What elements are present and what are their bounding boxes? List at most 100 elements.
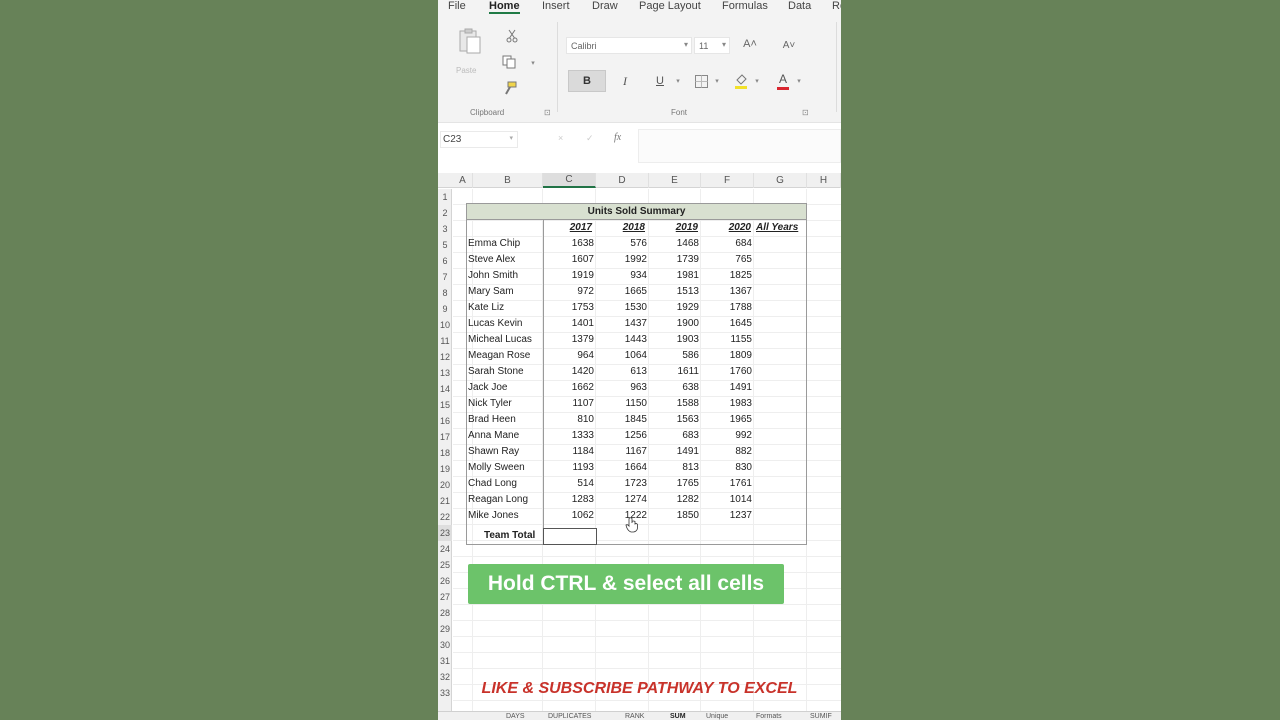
- units-cell-2017[interactable]: 1283: [546, 492, 594, 508]
- active-cell-c23[interactable]: [543, 528, 597, 545]
- row-header-20[interactable]: 20: [438, 477, 452, 493]
- tab-data[interactable]: Data: [788, 0, 811, 12]
- units-cell-2019[interactable]: 1611: [651, 364, 699, 380]
- units-cell-2020[interactable]: 830: [704, 460, 752, 476]
- row-header-7[interactable]: 7: [438, 269, 452, 285]
- row-header-26[interactable]: 26: [438, 573, 452, 589]
- units-cell-2017[interactable]: 1420: [546, 364, 594, 380]
- units-cell-2019[interactable]: 1563: [651, 412, 699, 428]
- units-cell-2020[interactable]: 1491: [704, 380, 752, 396]
- units-cell-2017[interactable]: 1638: [546, 236, 594, 252]
- units-cell-2017[interactable]: 1193: [546, 460, 594, 476]
- copy-icon[interactable]: [500, 54, 518, 70]
- units-cell-2018[interactable]: 934: [599, 268, 647, 284]
- row-header-27[interactable]: 27: [438, 589, 452, 605]
- font-size-dropdown[interactable]: 11 ▾: [694, 37, 730, 54]
- units-cell-2019[interactable]: 1929: [651, 300, 699, 316]
- units-cell-2019[interactable]: 1282: [651, 492, 699, 508]
- person-name-cell[interactable]: Lucas Kevin: [468, 316, 542, 332]
- units-cell-2020[interactable]: 1965: [704, 412, 752, 428]
- row-header-8[interactable]: 8: [438, 285, 452, 301]
- person-name-cell[interactable]: Micheal Lucas: [468, 332, 542, 348]
- year-header-2017[interactable]: 2017: [544, 220, 592, 236]
- units-cell-2020[interactable]: 684: [704, 236, 752, 252]
- row-header-2[interactable]: 2: [438, 205, 452, 221]
- column-header-d[interactable]: D: [596, 173, 649, 188]
- tab-home[interactable]: Home: [489, 0, 520, 14]
- person-name-cell[interactable]: Emma Chip: [468, 236, 542, 252]
- column-header-a[interactable]: A: [453, 173, 473, 188]
- units-cell-2020[interactable]: 1155: [704, 332, 752, 348]
- units-cell-2020[interactable]: 1237: [704, 508, 752, 524]
- units-cell-2019[interactable]: 1468: [651, 236, 699, 252]
- units-cell-2019[interactable]: 1491: [651, 444, 699, 460]
- sheet-tab-sum[interactable]: SUM: [670, 713, 686, 720]
- column-header-f[interactable]: F: [701, 173, 754, 188]
- sheet-tab-formats[interactable]: Formats: [756, 713, 782, 720]
- units-cell-2018[interactable]: 1665: [599, 284, 647, 300]
- fill-dropdown-icon[interactable]: ▾: [753, 76, 761, 86]
- row-header-29[interactable]: 29: [438, 621, 452, 637]
- row-header-12[interactable]: 12: [438, 349, 452, 365]
- row-header-13[interactable]: 13: [438, 365, 452, 381]
- row-header-11[interactable]: 11: [438, 333, 452, 349]
- person-name-cell[interactable]: Molly Sween: [468, 460, 542, 476]
- person-name-cell[interactable]: Kate Liz: [468, 300, 542, 316]
- units-cell-2017[interactable]: 1107: [546, 396, 594, 412]
- person-name-cell[interactable]: Meagan Rose: [468, 348, 542, 364]
- units-cell-2017[interactable]: 1379: [546, 332, 594, 348]
- row-header-18[interactable]: 18: [438, 445, 452, 461]
- units-cell-2020[interactable]: 1761: [704, 476, 752, 492]
- units-cell-2020[interactable]: 1809: [704, 348, 752, 364]
- units-cell-2018[interactable]: 1443: [599, 332, 647, 348]
- row-header-15[interactable]: 15: [438, 397, 452, 413]
- units-cell-2019[interactable]: 1513: [651, 284, 699, 300]
- units-cell-2018[interactable]: 1992: [599, 252, 647, 268]
- row-header-28[interactable]: 28: [438, 605, 452, 621]
- units-cell-2020[interactable]: 1014: [704, 492, 752, 508]
- person-name-cell[interactable]: Shawn Ray: [468, 444, 542, 460]
- sheet-tab-duplicates[interactable]: DUPLICATES: [548, 713, 591, 720]
- person-name-cell[interactable]: Anna Mane: [468, 428, 542, 444]
- clipboard-launcher-icon[interactable]: ⊡: [544, 108, 551, 117]
- bold-button[interactable]: B: [568, 70, 606, 92]
- units-cell-2018[interactable]: 1845: [599, 412, 647, 428]
- row-header-21[interactable]: 21: [438, 493, 452, 509]
- person-name-cell[interactable]: Mary Sam: [468, 284, 542, 300]
- units-cell-2017[interactable]: 1662: [546, 380, 594, 396]
- units-cell-2019[interactable]: 1900: [651, 316, 699, 332]
- row-header-3[interactable]: 3: [438, 221, 452, 237]
- units-cell-2017[interactable]: 972: [546, 284, 594, 300]
- cut-icon[interactable]: [504, 28, 520, 44]
- person-name-cell[interactable]: Mike Jones: [468, 508, 542, 524]
- insert-function-icon[interactable]: fx: [614, 132, 621, 143]
- year-header-2019[interactable]: 2019: [650, 220, 698, 236]
- units-cell-2018[interactable]: 1150: [599, 396, 647, 412]
- units-cell-2017[interactable]: 964: [546, 348, 594, 364]
- units-cell-2018[interactable]: 1530: [599, 300, 647, 316]
- fill-color-icon[interactable]: [733, 71, 749, 91]
- person-name-cell[interactable]: John Smith: [468, 268, 542, 284]
- units-cell-2018[interactable]: 1723: [599, 476, 647, 492]
- units-cell-2018[interactable]: 1222: [599, 508, 647, 524]
- sheet-tab-rank[interactable]: RANK: [625, 713, 644, 720]
- units-cell-2020[interactable]: 1825: [704, 268, 752, 284]
- copy-dropdown-icon[interactable]: ▾: [528, 58, 538, 68]
- person-name-cell[interactable]: Sarah Stone: [468, 364, 542, 380]
- row-header-22[interactable]: 22: [438, 509, 452, 525]
- formula-input[interactable]: [638, 129, 841, 163]
- row-header-6[interactable]: 6: [438, 253, 452, 269]
- units-cell-2020[interactable]: 882: [704, 444, 752, 460]
- borders-dropdown-icon[interactable]: ▾: [713, 76, 721, 86]
- units-cell-2017[interactable]: 514: [546, 476, 594, 492]
- increase-font-size-icon[interactable]: A˄: [741, 36, 759, 52]
- sheet-tab-sumif[interactable]: SUMIF: [810, 713, 832, 720]
- units-cell-2019[interactable]: 638: [651, 380, 699, 396]
- units-cell-2020[interactable]: 765: [704, 252, 752, 268]
- units-cell-2020[interactable]: 1760: [704, 364, 752, 380]
- units-cell-2018[interactable]: 576: [599, 236, 647, 252]
- units-cell-2018[interactable]: 1437: [599, 316, 647, 332]
- format-painter-icon[interactable]: [502, 80, 518, 96]
- units-cell-2019[interactable]: 1850: [651, 508, 699, 524]
- units-cell-2019[interactable]: 1739: [651, 252, 699, 268]
